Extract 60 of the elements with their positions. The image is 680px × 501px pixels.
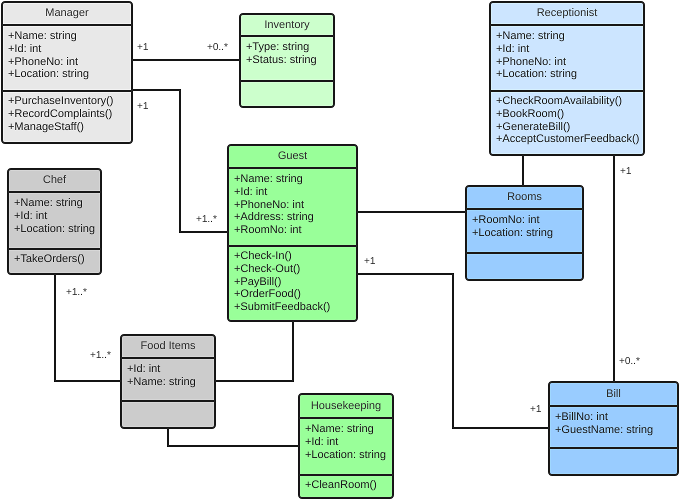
multiplicity-label: +1..*	[196, 214, 217, 226]
operation-text: +CheckRoomAvailability()	[496, 95, 622, 108]
attribute-text: +Name: string	[8, 30, 77, 43]
attribute-text: +Id: int	[496, 42, 530, 56]
attribute-text: +PhoneNo: int	[8, 56, 78, 68]
class-name: Bill	[606, 386, 621, 402]
multiplicity-label: +0..*	[207, 42, 228, 54]
attribute-text: +BillNo: int	[555, 411, 608, 424]
operation-text: +TakeOrders()	[14, 253, 85, 266]
attribute-text: +Name: string	[234, 173, 303, 186]
attribute-text: +Location: string	[472, 226, 554, 240]
multiplicity-label: +1	[530, 404, 542, 416]
attribute-text: +Name: string	[127, 376, 196, 389]
class-name: Housekeeping	[310, 398, 382, 414]
multiplicity-label: +1..*	[66, 287, 87, 299]
operation-text: +RecordComplaints()	[8, 108, 112, 121]
attribute-text: +Location: string	[305, 448, 386, 462]
attribute-text: +Id: int	[8, 42, 42, 56]
class-name: Inventory	[264, 18, 310, 33]
class-name: Manager	[45, 6, 89, 22]
attribute-text: +Id: int	[305, 436, 338, 449]
attribute-text: +Location: string	[8, 68, 90, 82]
class-name: Chef	[42, 173, 66, 188]
attribute-text: +Status: string	[246, 54, 317, 67]
attribute-text: +Id: int	[234, 186, 268, 199]
operation-text: +CleanRoom()	[305, 479, 377, 492]
operation-text: +SubmitFeedback()	[234, 301, 330, 314]
attribute-text: +Location: string	[496, 68, 578, 82]
attribute-text: +Location: string	[14, 222, 96, 236]
operation-text: +PayBill()	[234, 276, 282, 288]
operation-text: +Check-Out()	[234, 262, 300, 276]
attribute-text: +GuestName: string	[555, 424, 654, 437]
attribute-text: +Name: string	[496, 30, 565, 43]
attribute-text: +Id: int	[14, 210, 48, 223]
operation-text: +BookRoom()	[496, 108, 564, 121]
multiplicity-label: +1	[620, 166, 632, 178]
attribute-text: +Name: string	[14, 197, 83, 210]
operation-text: +GenerateBill()	[496, 120, 570, 134]
attribute-text: +Name: string	[305, 423, 374, 436]
operation-text: +OrderFood()	[234, 288, 301, 302]
operation-text: +ManageStaff()	[8, 120, 84, 134]
class-name: Food Items	[140, 339, 196, 354]
operation-text: +Check-In()	[234, 250, 292, 263]
operation-text: +AcceptCustomerFeedback()	[496, 133, 640, 146]
multiplicity-label: +1..*	[90, 350, 111, 362]
attribute-text: +Id: int	[127, 363, 160, 376]
attribute-text: +PhoneNo: int	[496, 56, 566, 68]
attribute-text: +PhoneNo: int	[234, 198, 304, 212]
attribute-text: +RoomNo: int	[234, 224, 302, 237]
multiplicity-label: +1	[137, 101, 148, 113]
class-name: Guest	[278, 149, 308, 164]
attribute-text: +RoomNo: int	[472, 214, 540, 227]
class-name: Receptionist	[536, 6, 598, 22]
multiplicity-label: +0..*	[619, 356, 640, 368]
attribute-text: +Address: string	[234, 211, 314, 224]
class-name: Rooms	[507, 190, 542, 206]
multiplicity-label: +1	[137, 42, 148, 54]
multiplicity-label: +1	[364, 256, 376, 268]
operation-text: +PurchaseInventory()	[8, 95, 114, 108]
attribute-text: +Type: string	[246, 41, 310, 54]
